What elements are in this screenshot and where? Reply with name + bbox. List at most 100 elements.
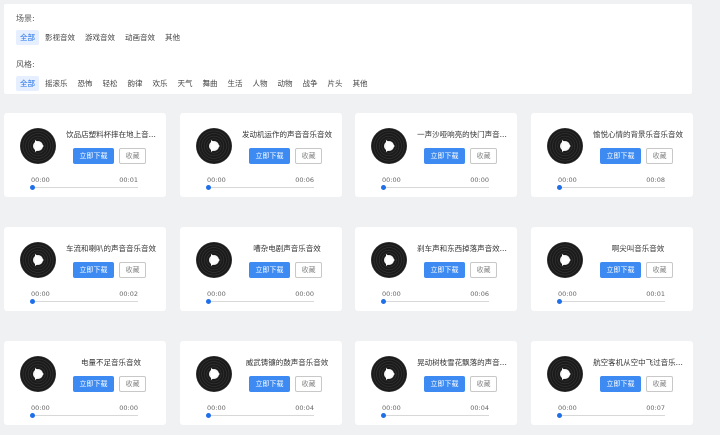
progress-track[interactable] — [559, 301, 665, 302]
download-button[interactable]: 立即下载 — [73, 148, 114, 164]
play-disc-icon[interactable] — [371, 356, 407, 392]
progress-knob[interactable] — [557, 413, 562, 418]
style-filter-chip[interactable]: 天气 — [174, 76, 197, 91]
scene-filter-chip[interactable]: 动画音效 — [121, 30, 159, 45]
style-filter-chip[interactable]: 动物 — [274, 76, 297, 91]
favorite-button[interactable]: 收藏 — [646, 376, 673, 392]
current-time: 00:00 — [31, 404, 50, 412]
style-filter-chip[interactable]: 摇滚乐 — [41, 76, 72, 91]
play-icon — [562, 140, 571, 152]
favorite-button[interactable]: 收藏 — [470, 262, 497, 278]
play-disc-icon[interactable] — [196, 128, 232, 164]
sound-card: 威武铸镰的鼓声音乐音效 立即下载 收藏 00:00 00:04 — [180, 341, 342, 425]
current-time: 00:00 — [382, 290, 401, 298]
progress-knob[interactable] — [206, 299, 211, 304]
play-disc-icon[interactable] — [196, 356, 232, 392]
progress-knob[interactable] — [557, 185, 562, 190]
sound-title: 发动机运作的声音音乐音效 — [242, 130, 332, 139]
style-filter-chip[interactable]: 欢乐 — [149, 76, 172, 91]
scene-filter: 场景: 全部 影视音效 游戏音效 动画音效 其他 — [16, 13, 186, 45]
progress-track[interactable] — [559, 187, 665, 188]
style-filter-chip[interactable]: 舞曲 — [199, 76, 222, 91]
favorite-button[interactable]: 收藏 — [119, 376, 146, 392]
duration: 00:02 — [119, 290, 138, 298]
progress-track[interactable] — [559, 415, 665, 416]
download-button[interactable]: 立即下载 — [600, 262, 641, 278]
play-disc-icon[interactable] — [20, 242, 56, 278]
play-disc-icon[interactable] — [371, 242, 407, 278]
duration: 00:04 — [470, 404, 489, 412]
scene-filter-chip[interactable]: 其他 — [161, 30, 184, 45]
download-button[interactable]: 立即下载 — [249, 262, 290, 278]
style-filter-chip[interactable]: 轻松 — [99, 76, 122, 91]
scene-filter-label: 场景: — [16, 14, 35, 23]
style-filter-chip[interactable]: 片头 — [324, 76, 347, 91]
download-button[interactable]: 立即下载 — [249, 376, 290, 392]
scene-filter-chip[interactable]: 游戏音效 — [81, 30, 119, 45]
duration: 00:00 — [119, 404, 138, 412]
progress-knob[interactable] — [30, 185, 35, 190]
scene-filter-chip[interactable]: 影视音效 — [41, 30, 79, 45]
style-filter-chip[interactable]: 恐怖 — [74, 76, 97, 91]
download-button[interactable]: 立即下载 — [600, 376, 641, 392]
favorite-button[interactable]: 收藏 — [295, 262, 322, 278]
progress-track[interactable] — [208, 415, 314, 416]
sound-card: 啊尖叫音乐音效 立即下载 收藏 00:00 00:01 — [531, 227, 693, 311]
play-disc-icon[interactable] — [547, 242, 583, 278]
play-disc-icon[interactable] — [547, 128, 583, 164]
style-filter-chip[interactable]: 其他 — [349, 76, 372, 91]
progress-knob[interactable] — [381, 185, 386, 190]
download-button[interactable]: 立即下载 — [424, 148, 465, 164]
play-icon — [562, 254, 571, 266]
progress-knob[interactable] — [381, 413, 386, 418]
progress-track[interactable] — [32, 415, 138, 416]
progress-knob[interactable] — [557, 299, 562, 304]
play-disc-icon[interactable] — [20, 356, 56, 392]
current-time: 00:00 — [207, 404, 226, 412]
progress-knob[interactable] — [381, 299, 386, 304]
style-filter-options: 全部 摇滚乐 恐怖 轻松 韵律 欢乐 天气 舞曲 生活 人物 动物 战争 片头 其他 — [16, 76, 374, 91]
download-button[interactable]: 立即下载 — [73, 376, 114, 392]
download-button[interactable]: 立即下载 — [600, 148, 641, 164]
progress-track[interactable] — [208, 187, 314, 188]
play-disc-icon[interactable] — [547, 356, 583, 392]
style-filter-chip[interactable]: 人物 — [249, 76, 272, 91]
play-icon — [386, 254, 395, 266]
favorite-button[interactable]: 收藏 — [646, 262, 673, 278]
play-icon — [562, 368, 571, 380]
style-filter-chip[interactable]: 韵律 — [124, 76, 147, 91]
download-button[interactable]: 立即下载 — [249, 148, 290, 164]
favorite-button[interactable]: 收藏 — [295, 376, 322, 392]
favorite-button[interactable]: 收藏 — [470, 148, 497, 164]
progress-track[interactable] — [383, 301, 489, 302]
progress-knob[interactable] — [30, 299, 35, 304]
progress-knob[interactable] — [206, 185, 211, 190]
download-button[interactable]: 立即下载 — [424, 376, 465, 392]
duration: 00:01 — [119, 176, 138, 184]
play-disc-icon[interactable] — [20, 128, 56, 164]
progress-track[interactable] — [208, 301, 314, 302]
style-filter-chip[interactable]: 全部 — [16, 76, 39, 91]
favorite-button[interactable]: 收藏 — [119, 148, 146, 164]
play-disc-icon[interactable] — [371, 128, 407, 164]
style-filter-chip[interactable]: 生活 — [224, 76, 247, 91]
progress-track[interactable] — [383, 415, 489, 416]
sound-card: 嘈杂电剧声音乐音效 立即下载 收藏 00:00 00:00 — [180, 227, 342, 311]
download-button[interactable]: 立即下载 — [424, 262, 465, 278]
download-button[interactable]: 立即下载 — [73, 262, 114, 278]
favorite-button[interactable]: 收藏 — [646, 148, 673, 164]
favorite-button[interactable]: 收藏 — [119, 262, 146, 278]
sound-title: 威武铸镰的鼓声音乐音效 — [245, 358, 329, 367]
progress-knob[interactable] — [206, 413, 211, 418]
progress-track[interactable] — [32, 301, 138, 302]
sound-card: 刹车声和东西掉落声音效... 立即下载 收藏 00:00 00:06 — [355, 227, 517, 311]
scene-filter-options: 全部 影视音效 游戏音效 动画音效 其他 — [16, 30, 186, 45]
play-disc-icon[interactable] — [196, 242, 232, 278]
progress-track[interactable] — [383, 187, 489, 188]
favorite-button[interactable]: 收藏 — [295, 148, 322, 164]
style-filter-chip[interactable]: 战争 — [299, 76, 322, 91]
favorite-button[interactable]: 收藏 — [470, 376, 497, 392]
progress-knob[interactable] — [30, 413, 35, 418]
progress-track[interactable] — [32, 187, 138, 188]
scene-filter-chip[interactable]: 全部 — [16, 30, 39, 45]
